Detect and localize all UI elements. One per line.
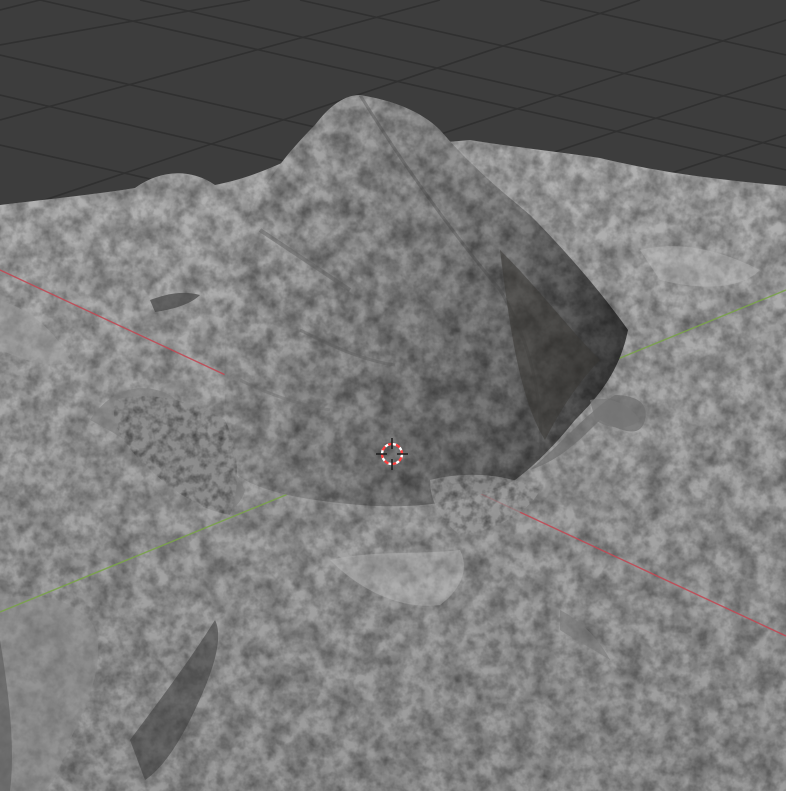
3d-viewport[interactable] — [0, 0, 786, 791]
3d-cursor[interactable] — [378, 440, 406, 468]
viewport-canvas[interactable] — [0, 0, 786, 791]
